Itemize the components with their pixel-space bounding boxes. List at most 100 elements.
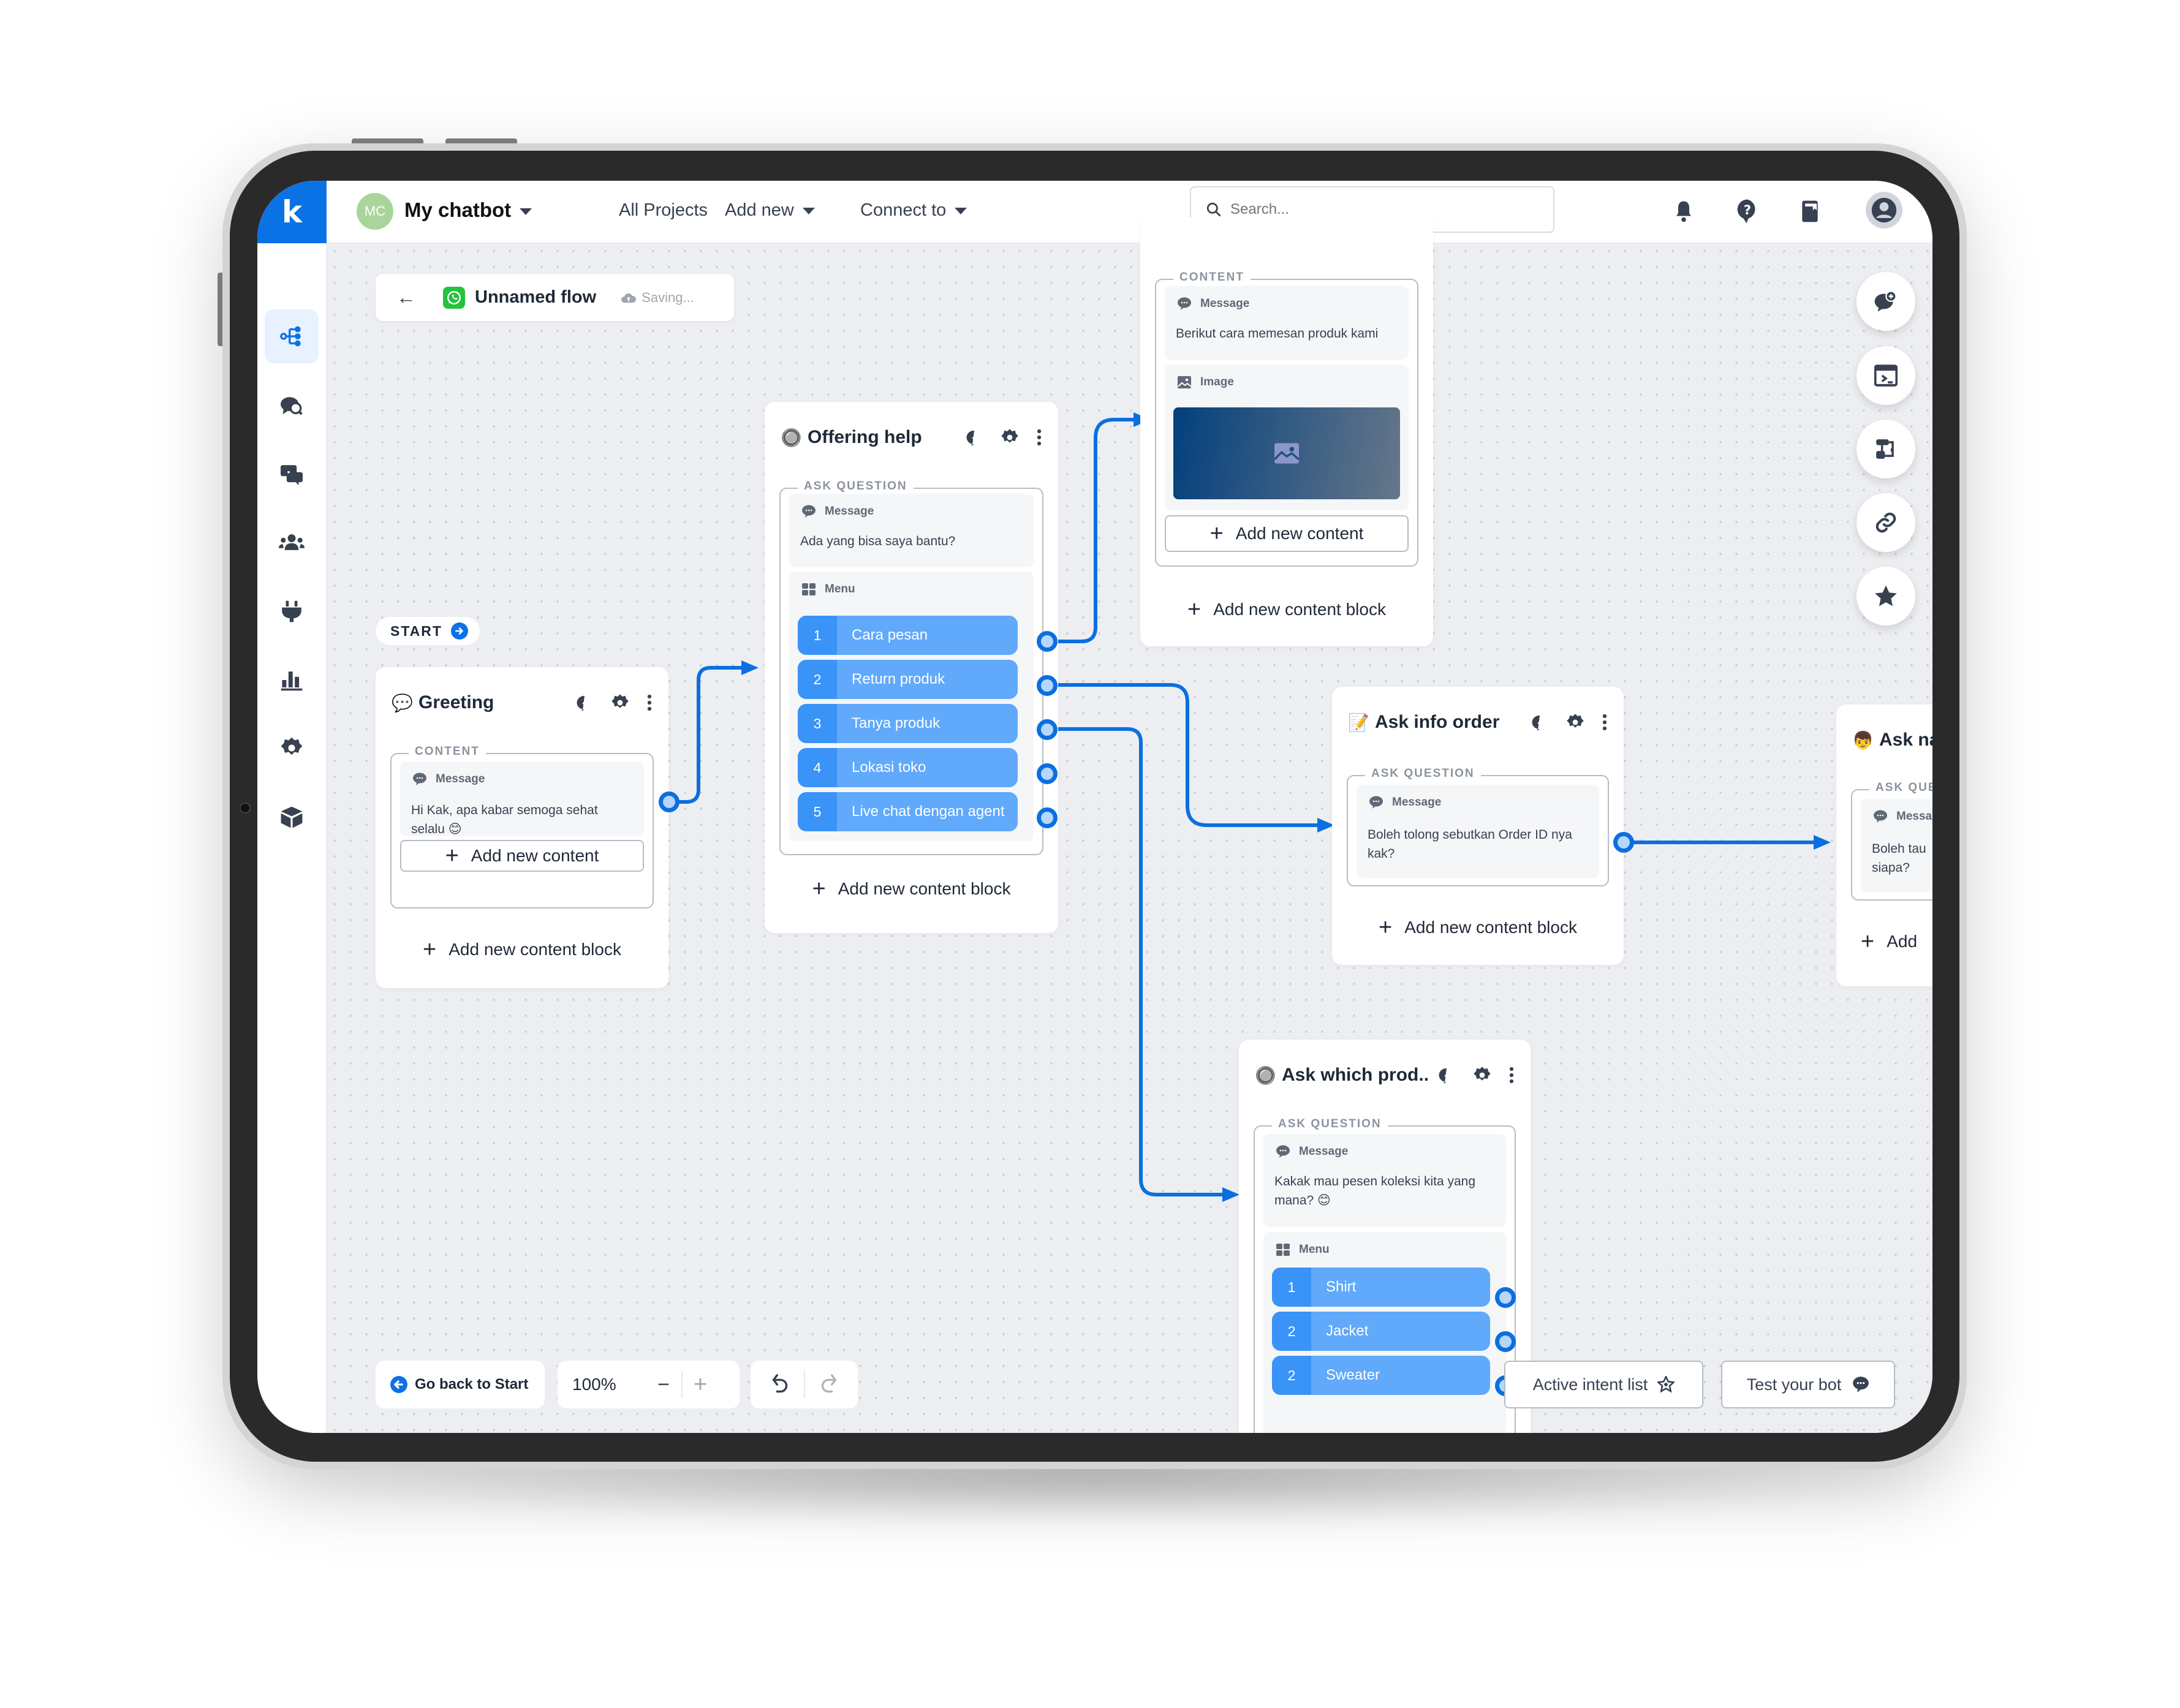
sidebar-item-analytics[interactable] — [265, 653, 319, 707]
flowchart-tool[interactable] — [1856, 420, 1915, 478]
image-card[interactable]: Image — [1165, 365, 1409, 510]
redo-icon[interactable] — [819, 1373, 838, 1396]
message-icon — [802, 505, 816, 518]
nav-connect-to[interactable]: Connect to — [860, 200, 967, 221]
add-message-tool[interactable] — [1856, 272, 1915, 331]
notifications-button[interactable] — [1669, 197, 1698, 226]
back-arrow-icon[interactable]: ← — [396, 286, 416, 309]
add-new-content-block-button[interactable]: + Add new content block — [765, 874, 1058, 904]
undo-icon[interactable] — [771, 1373, 790, 1396]
node-title[interactable]: Offering help — [808, 427, 965, 448]
flow-name[interactable]: Unnamed flow — [475, 287, 596, 308]
app-logo[interactable]: k — [257, 181, 327, 243]
help-button[interactable]: ? — [1733, 197, 1762, 226]
intent-icon[interactable] — [575, 694, 594, 711]
sidebar-item-flow[interactable] — [265, 309, 319, 363]
output-port[interactable] — [1495, 1331, 1516, 1352]
message-card[interactable]: Message Ada yang bisa saya bantu? — [789, 494, 1034, 567]
menu-item[interactable]: 2 Return produk — [798, 660, 1018, 699]
link-tool[interactable] — [1856, 493, 1915, 552]
search-input[interactable] — [1230, 201, 1524, 218]
node-ask-name[interactable]: 👦 Ask na ASK QUE Messa Boleh tau siapa? … — [1836, 705, 1932, 986]
node-ask-which-product[interactable]: 🔘 Ask which prod.. ASK QUESTION Message … — [1239, 1040, 1531, 1433]
sidebar-item-users[interactable] — [265, 515, 319, 569]
output-port[interactable] — [1495, 1287, 1516, 1308]
node-offering-help[interactable]: 🔘 Offering help ASK QUESTION Message Ada… — [765, 402, 1058, 933]
more-vertical-icon[interactable] — [1036, 428, 1042, 447]
node-title[interactable]: Ask info order — [1375, 712, 1531, 733]
add-new-content-block-button[interactable]: + Add new content block — [376, 934, 668, 965]
zoom-controls: 100% − + — [558, 1361, 740, 1408]
menu-item[interactable]: 2 Jacket — [1272, 1312, 1490, 1351]
zoom-in-button[interactable]: + — [683, 1372, 718, 1398]
menu-item[interactable]: 4 Lokasi toko — [798, 748, 1018, 787]
gear-icon[interactable] — [611, 693, 629, 712]
message-icon — [1178, 297, 1191, 310]
node-title[interactable]: Greeting — [418, 692, 575, 713]
bot-switcher[interactable]: My chatbot — [404, 198, 532, 222]
output-port[interactable] — [1037, 675, 1058, 696]
caret-down-icon — [955, 207, 967, 214]
more-vertical-icon[interactable] — [1508, 1066, 1515, 1084]
node-ask-info-order[interactable]: 📝 Ask info order ASK QUESTION Message Bo… — [1332, 687, 1634, 965]
node-greeting[interactable]: 💬 Greeting CONTENT Message Hi Kak, apa k… — [376, 667, 679, 988]
nav-add-new[interactable]: Add new — [725, 200, 815, 221]
menu-item[interactable]: 5 Live chat dengan agent — [798, 792, 1018, 831]
sidebar-item-chat-search[interactable] — [265, 379, 319, 433]
message-card[interactable]: Message Berikut cara memesan produk kami — [1165, 286, 1409, 360]
nav-all-projects[interactable]: All Projects — [619, 200, 708, 221]
add-new-content-block-button[interactable]: + Add new content block — [1332, 912, 1624, 943]
output-port[interactable] — [1613, 832, 1634, 853]
output-port[interactable] — [1037, 719, 1058, 740]
node-title[interactable]: Ask na — [1879, 730, 1932, 750]
output-port[interactable] — [1037, 631, 1058, 652]
conversations-icon — [281, 465, 303, 485]
add-new-content-block-button[interactable]: + Add new content block — [1140, 594, 1433, 625]
message-card[interactable]: Message Boleh tolong sebutkan Order ID n… — [1357, 785, 1599, 878]
image-icon — [1178, 376, 1192, 388]
menu-card[interactable]: Menu 1 Cara pesan 2 Return produk 3 Tanya p… — [789, 572, 1034, 841]
memo-icon: 📝 — [1348, 712, 1369, 732]
link-icon — [1875, 512, 1896, 533]
node-title[interactable]: Ask which prod.. — [1282, 1065, 1437, 1086]
message-card[interactable]: Message Kakak mau pesen koleksi kita yan… — [1263, 1134, 1506, 1227]
menu-item-number: 1 — [1272, 1268, 1311, 1307]
menu-item[interactable]: 1 Cara pesan — [798, 616, 1018, 655]
active-intent-list-button[interactable]: Active intent list — [1504, 1361, 1703, 1408]
menu-item[interactable]: 1 Shirt — [1272, 1268, 1490, 1307]
intent-icon[interactable] — [1531, 714, 1549, 731]
message-card[interactable]: Message Hi Kak, apa kabar semoga sehat s… — [400, 761, 644, 836]
favorites-tool[interactable] — [1856, 567, 1915, 625]
intent-icon[interactable] — [1437, 1067, 1456, 1084]
add-new-content-block-button[interactable]: + Add — [1836, 926, 1932, 957]
output-port[interactable] — [1037, 807, 1058, 828]
gear-icon[interactable] — [1566, 713, 1584, 731]
menu-item[interactable]: 2 Sweater — [1272, 1356, 1490, 1395]
card-type-label: Messa — [1896, 810, 1932, 823]
gear-icon[interactable] — [1473, 1066, 1491, 1084]
sidebar-item-conversations[interactable] — [265, 447, 319, 501]
flowchart-icon — [1876, 439, 1894, 459]
more-vertical-icon[interactable] — [646, 693, 653, 712]
sidebar-item-integrations[interactable] — [265, 584, 319, 638]
output-port[interactable] — [1037, 763, 1058, 784]
gear-icon[interactable] — [1001, 428, 1019, 447]
docs-button[interactable] — [1795, 197, 1825, 226]
more-vertical-icon[interactable] — [1602, 713, 1608, 731]
node-cara-pesan[interactable]: CONTENT Message Berikut cara memesan pro… — [1140, 217, 1433, 646]
menu-card[interactable]: Menu 1 Shirt 2 Jacket 2 Sweater — [1263, 1232, 1506, 1433]
test-your-bot-button[interactable]: Test your bot — [1721, 1361, 1895, 1408]
message-card[interactable]: Messa Boleh tau siapa? — [1861, 799, 1932, 892]
zoom-out-button[interactable]: − — [646, 1373, 681, 1397]
output-port[interactable] — [659, 792, 679, 812]
add-new-content-button[interactable]: + Add new content — [400, 840, 644, 872]
go-back-to-start-button[interactable]: Go back to Start — [376, 1361, 545, 1408]
image-preview[interactable] — [1173, 407, 1400, 499]
sidebar-item-products[interactable] — [265, 790, 319, 844]
user-avatar[interactable] — [1866, 192, 1902, 229]
sidebar-item-settings[interactable] — [265, 721, 319, 775]
console-tool[interactable] — [1856, 346, 1915, 405]
menu-item[interactable]: 3 Tanya produk — [798, 704, 1018, 743]
add-new-content-button[interactable]: + Add new content — [1165, 515, 1409, 552]
intent-icon[interactable] — [965, 429, 983, 446]
